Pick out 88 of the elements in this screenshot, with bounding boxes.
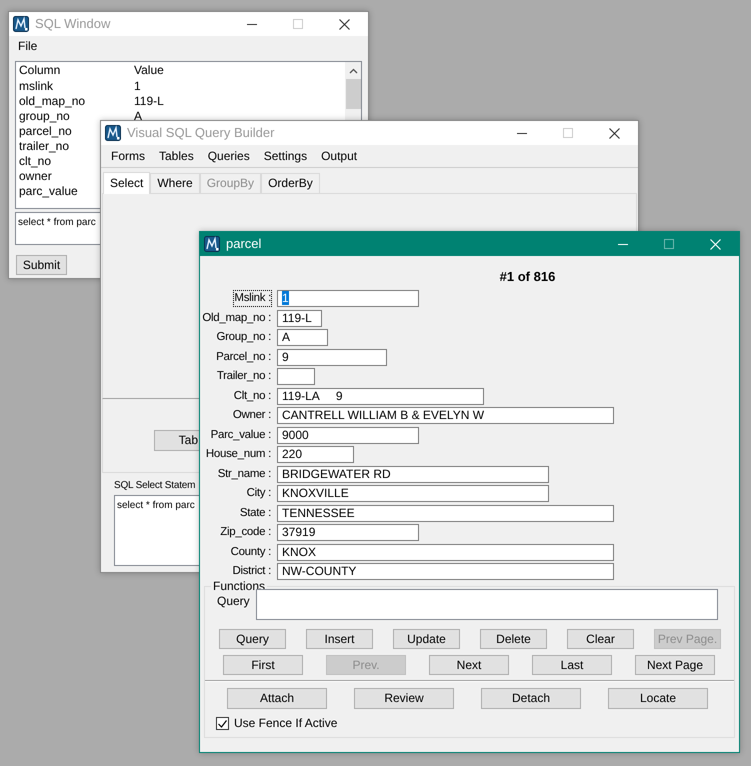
field-label: Owner : <box>232 408 272 424</box>
form-button[interactable]: Insert <box>306 629 373 650</box>
group-title: Functions <box>212 580 266 592</box>
text-field[interactable]: 119-L <box>277 310 322 327</box>
record-counter: #1 of 816 <box>498 269 556 286</box>
field-label: Clt_no : <box>232 388 272 404</box>
text-field[interactable]: 220 <box>277 446 354 464</box>
form-button[interactable]: Attach <box>227 688 327 710</box>
text-field[interactable]: 119-LA 9 <box>277 388 484 405</box>
text-field[interactable]: CANTRELL WILLIAM B & EVELYN W <box>277 407 614 424</box>
column-header[interactable]: Column <box>16 62 134 79</box>
menu-item[interactable]: Output <box>321 149 358 164</box>
text-field[interactable] <box>277 368 315 386</box>
list-cell: mslink <box>19 79 54 93</box>
list-cell: owner <box>19 169 52 183</box>
list-cell: clt_no <box>19 154 52 168</box>
text-field[interactable]: KNOX <box>277 544 614 561</box>
field-label: State : <box>238 506 272 521</box>
text-field[interactable]: 37919 <box>277 524 419 542</box>
tab[interactable]: Select <box>103 172 150 194</box>
form-button[interactable]: Clear <box>567 629 634 650</box>
scrollbar[interactable] <box>345 62 361 122</box>
form-button[interactable]: Last <box>532 655 612 676</box>
text-field[interactable]: TENNESSEE <box>277 504 614 522</box>
field-label: County : <box>230 544 272 560</box>
field-label: Parcel_no : <box>215 350 272 365</box>
column-header[interactable]: Value <box>134 62 164 79</box>
close-icon[interactable] <box>609 128 620 138</box>
text-field[interactable]: KNOXVILLE <box>277 485 549 502</box>
field-label: House_num : <box>204 447 272 462</box>
field-label: Group_no : <box>215 330 272 346</box>
list-cell: trailer_no <box>19 139 70 153</box>
query-label: Query <box>217 594 250 610</box>
app-icon <box>13 16 29 32</box>
field-label: Parc_value : <box>210 428 272 443</box>
checkbox[interactable] <box>216 717 229 730</box>
menu-item[interactable]: Settings <box>264 149 308 164</box>
list-cell: A <box>134 109 142 124</box>
form-button[interactable]: Update <box>393 629 460 650</box>
list-cell: group_no <box>19 109 70 123</box>
field-label: District : <box>231 564 272 580</box>
check-icon <box>218 720 227 728</box>
statement-field[interactable]: select * from parc <box>114 494 199 566</box>
window-title: SQL Window <box>35 16 110 32</box>
form-button[interactable]: Locate <box>608 688 708 710</box>
query-field[interactable] <box>256 589 718 620</box>
field-label: Old_map_no : <box>201 310 272 326</box>
form-button[interactable]: First <box>223 655 303 676</box>
field-label: City : <box>246 486 272 502</box>
scrollbar-thumb[interactable] <box>346 79 360 109</box>
app-icon <box>105 125 121 141</box>
field-label: Str_name : <box>216 466 272 482</box>
text-field[interactable]: NW-COUNTY <box>277 563 614 580</box>
text-field[interactable]: A <box>277 329 328 346</box>
window-title: parcel <box>226 236 262 252</box>
text-field[interactable]: 1 <box>277 290 419 308</box>
tab[interactable]: OrderBy <box>261 173 320 193</box>
menu-item[interactable]: Queries <box>208 149 250 164</box>
form-button[interactable]: Next <box>429 655 509 676</box>
field-label: Trailer_no : <box>216 369 272 384</box>
text-field[interactable]: 9 <box>277 348 387 366</box>
form-button[interactable]: Detach <box>481 688 581 710</box>
list-cell: parcel_no <box>19 124 72 138</box>
list-cell: old_map_no <box>19 94 86 108</box>
list-cell: parc_value <box>19 184 78 198</box>
statement-field[interactable]: select * from parc <box>15 212 100 245</box>
field-label: Mslink : <box>233 290 272 308</box>
table-button[interactable]: Tab <box>154 430 199 451</box>
statement-label: SQL Select Statem <box>114 480 196 492</box>
text-field[interactable]: BRIDGEWATER RD <box>277 466 549 483</box>
app-icon <box>204 236 220 252</box>
window-title: Visual SQL Query Builder <box>127 124 274 142</box>
text-field[interactable]: 9000 <box>277 426 419 444</box>
form-button[interactable]: Review <box>354 688 454 710</box>
tab[interactable]: Where <box>150 173 200 193</box>
form-button[interactable]: Delete <box>480 629 547 650</box>
close-icon[interactable] <box>339 18 350 30</box>
menu-item[interactable]: Forms <box>111 149 145 164</box>
checkbox-label: Use Fence If Active <box>234 716 338 732</box>
menu-item[interactable]: Tables <box>159 149 194 164</box>
form-button[interactable]: Query <box>219 629 286 650</box>
list-cell: 119-L <box>134 94 164 109</box>
field-label: Zip_code : <box>219 525 272 540</box>
form-button[interactable]: Next Page <box>635 655 715 676</box>
scroll-up-icon[interactable] <box>348 68 358 74</box>
list-cell: 1 <box>134 79 141 94</box>
submit-button[interactable]: Submit <box>16 255 67 275</box>
menu-item[interactable]: File <box>18 39 38 54</box>
